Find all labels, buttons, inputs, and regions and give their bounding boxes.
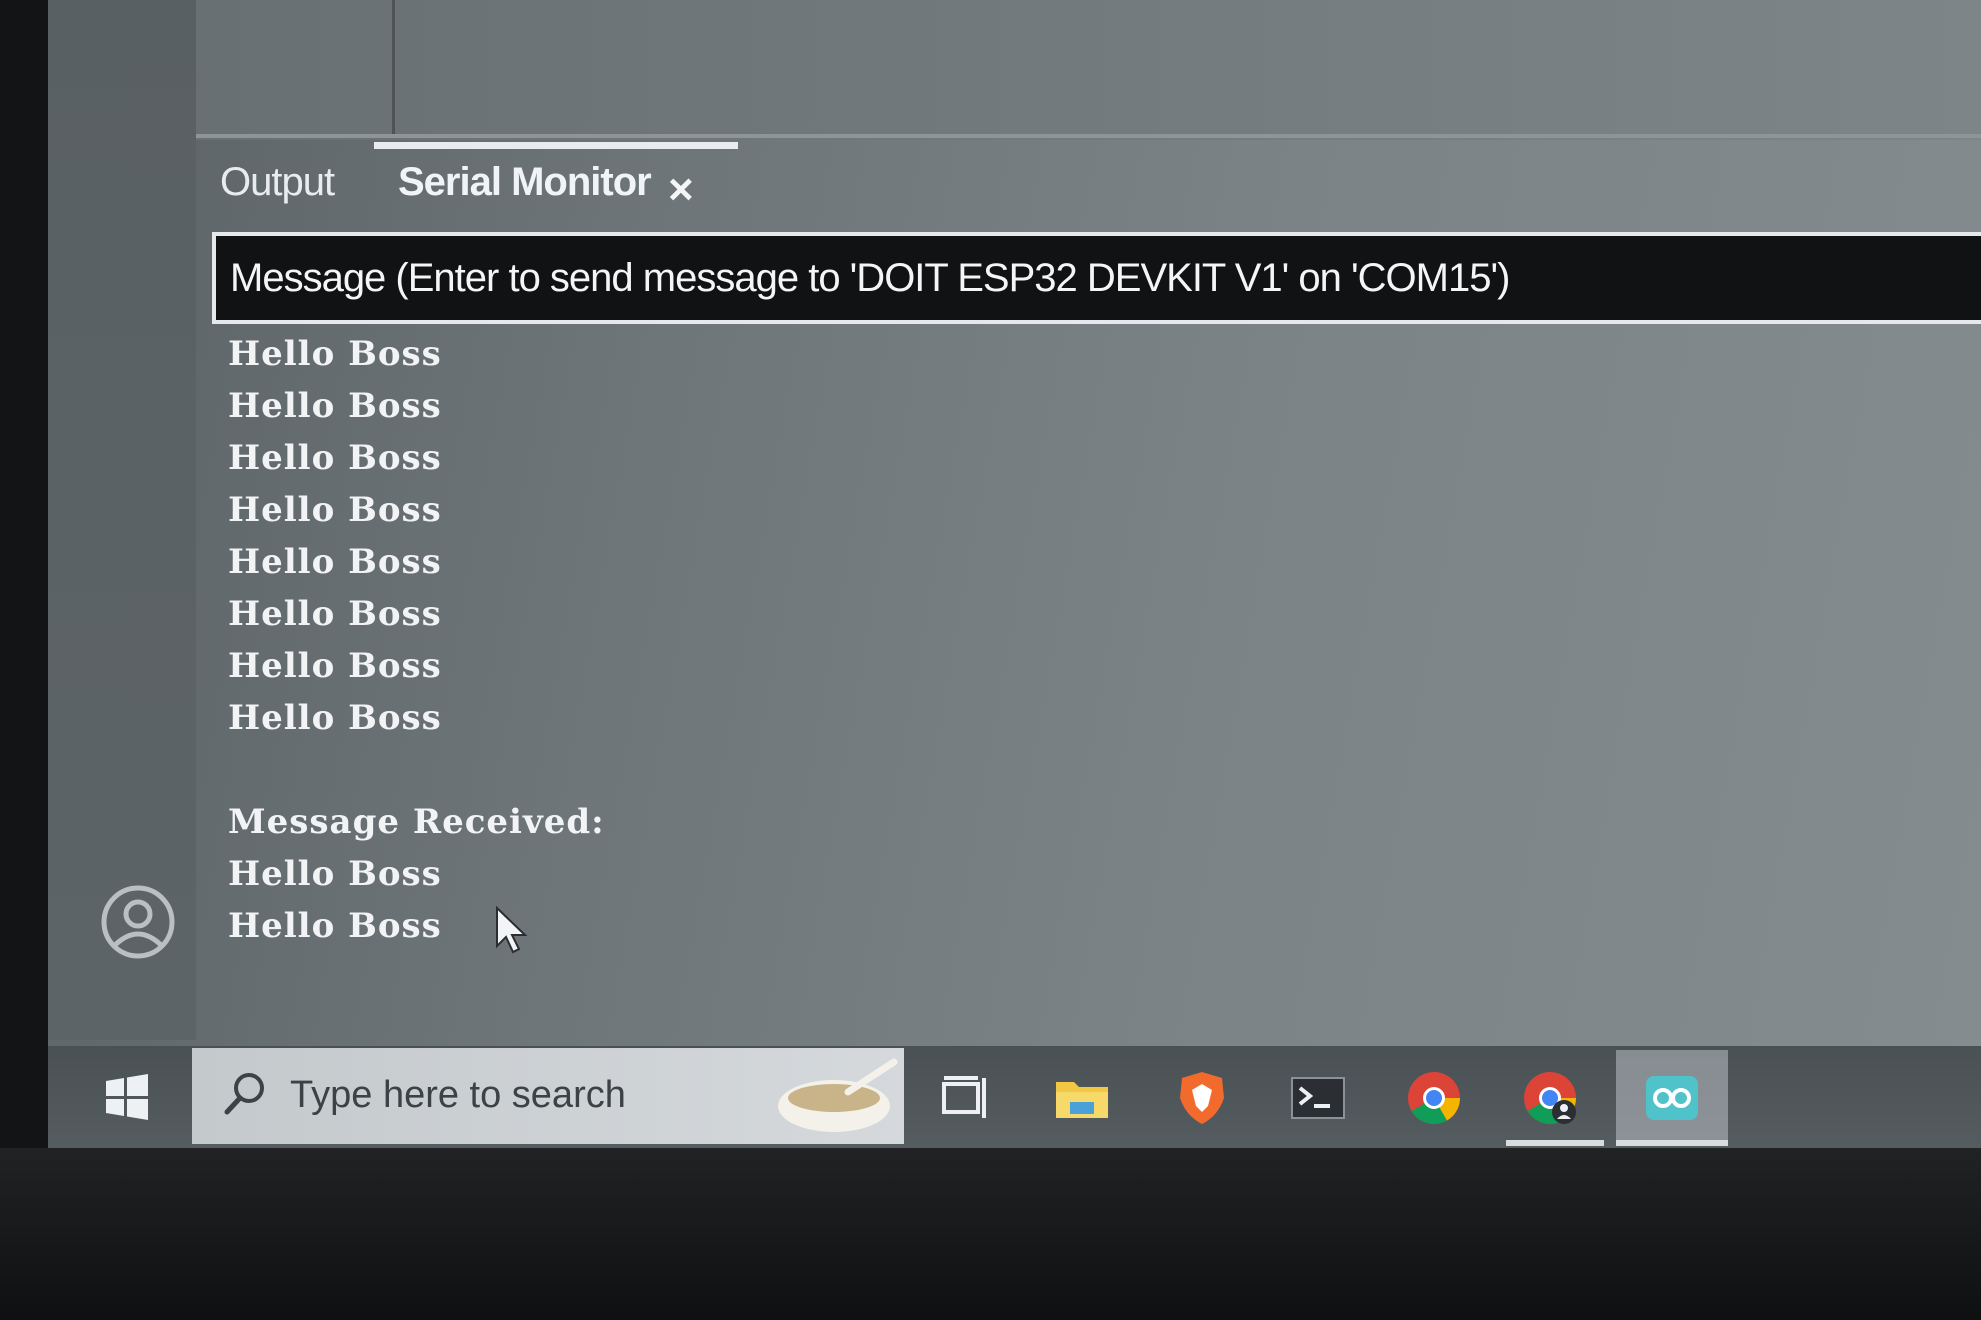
editor-split-divider[interactable] bbox=[392, 0, 395, 136]
activity-bar bbox=[48, 0, 196, 1040]
account-icon[interactable] bbox=[100, 884, 176, 960]
serial-line: Hello Boss bbox=[228, 438, 442, 478]
chrome-icon[interactable] bbox=[1404, 1068, 1464, 1128]
panel-separator[interactable] bbox=[196, 134, 1981, 138]
serial-line: Hello Boss bbox=[228, 698, 442, 738]
tab-serial-monitor[interactable]: Serial Monitor bbox=[398, 160, 652, 205]
serial-line: Hello Boss bbox=[228, 334, 442, 374]
file-explorer-icon[interactable] bbox=[1052, 1068, 1112, 1128]
chrome-profile-icon[interactable] bbox=[1520, 1068, 1580, 1128]
monitor-bezel-left bbox=[0, 0, 48, 1180]
serial-line: Hello Boss bbox=[228, 906, 442, 946]
arduino-ide-icon[interactable] bbox=[1642, 1068, 1702, 1128]
arduino-running-indicator bbox=[1616, 1140, 1728, 1146]
serial-line: Hello Boss bbox=[228, 854, 442, 894]
brave-browser-icon[interactable] bbox=[1172, 1068, 1232, 1128]
tab-output[interactable]: Output bbox=[220, 160, 335, 205]
windows-start-icon[interactable] bbox=[104, 1074, 150, 1120]
screen: Output Serial Monitor × Hello Boss Hello… bbox=[48, 0, 1981, 1148]
serial-line: Hello Boss bbox=[228, 542, 442, 582]
serial-line: Hello Boss bbox=[228, 594, 442, 634]
close-serial-monitor-icon[interactable]: × bbox=[668, 168, 708, 212]
active-tab-indicator bbox=[374, 142, 738, 149]
search-placeholder: Type here to search bbox=[290, 1074, 626, 1116]
search-icon bbox=[224, 1073, 264, 1115]
editor-area bbox=[196, 0, 1981, 140]
search-highlight-bowl-icon bbox=[778, 1058, 898, 1132]
serial-line: Message Received: bbox=[228, 802, 605, 842]
task-view-icon[interactable] bbox=[934, 1068, 994, 1128]
serial-line: Hello Boss bbox=[228, 646, 442, 686]
serial-line: Hello Boss bbox=[228, 386, 442, 426]
serial-line: Hello Boss bbox=[228, 490, 442, 530]
chrome-profile-running-indicator bbox=[1506, 1140, 1604, 1146]
monitor-bezel-bottom bbox=[0, 1148, 1981, 1320]
taskbar-search-box[interactable]: Type here to search bbox=[192, 1048, 904, 1144]
terminal-icon[interactable] bbox=[1288, 1068, 1348, 1128]
serial-message-input[interactable] bbox=[212, 232, 1981, 324]
mouse-pointer-icon bbox=[496, 906, 528, 954]
serial-output: Hello Boss Hello Boss Hello Boss Hello B… bbox=[208, 326, 1981, 994]
